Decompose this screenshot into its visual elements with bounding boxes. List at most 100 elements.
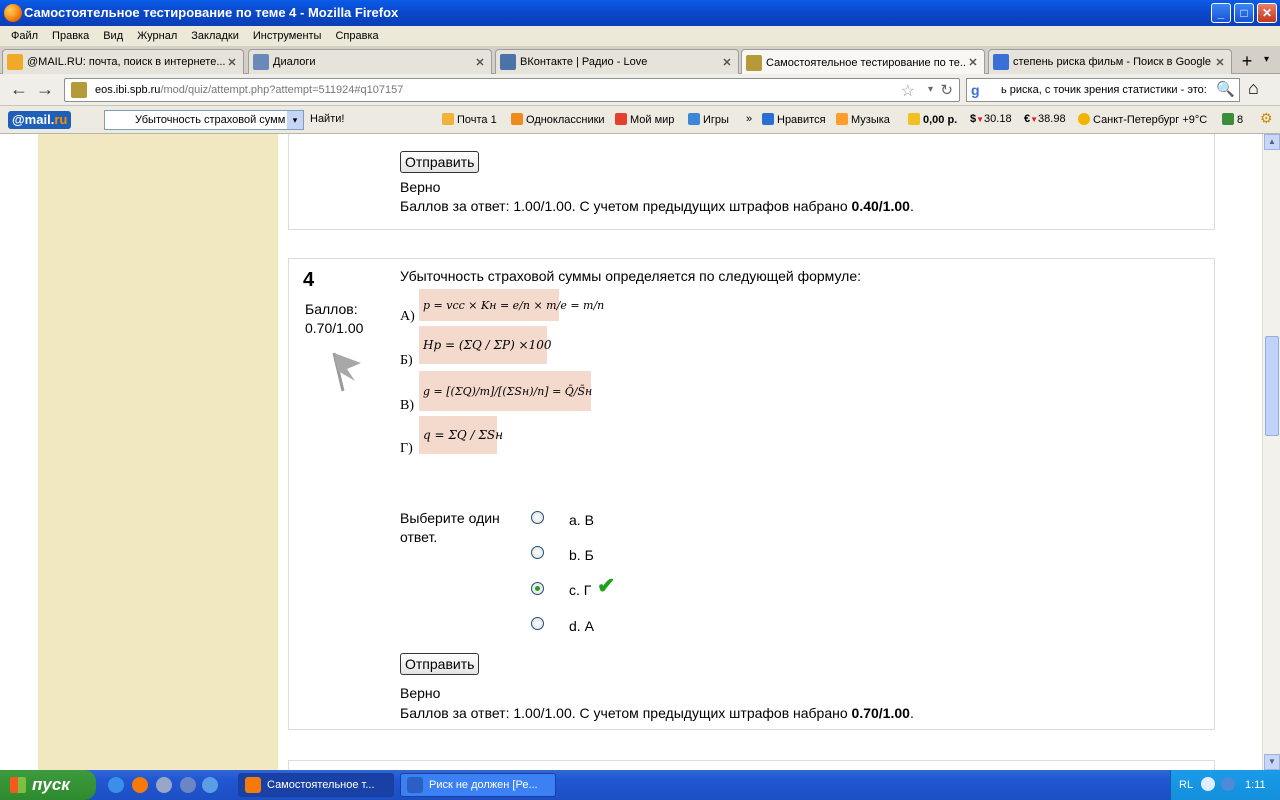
site-identity-icon[interactable] — [71, 82, 87, 98]
clock[interactable]: 1:11 — [1245, 779, 1266, 791]
search-input[interactable]: ь риска, с точик зрения статистики - это… — [1001, 84, 1215, 96]
menu-help[interactable]: Справка — [328, 30, 385, 42]
formula-letter-b: Б) — [400, 353, 413, 368]
tab-list-button[interactable]: ▾ — [1264, 54, 1269, 65]
menu-file[interactable]: Файл — [4, 30, 45, 42]
option-b-radio[interactable] — [531, 546, 544, 559]
question-number: 4 — [303, 269, 315, 291]
url-text: eos.ibi.spb.ru/mod/quiz/attempt.php?atte… — [95, 84, 403, 96]
tab-dialogs[interactable]: Диалоги ✕ — [248, 49, 492, 74]
tab-close-icon[interactable]: ✕ — [1213, 56, 1227, 69]
tab-close-icon[interactable]: ✕ — [473, 56, 487, 69]
option-b-label[interactable]: b. Б — [569, 547, 594, 563]
submit-button[interactable]: Отправить — [400, 653, 480, 675]
scroll-down-button[interactable]: ▼ — [1264, 754, 1280, 770]
more-chevron[interactable]: » — [746, 113, 752, 125]
moodle-favicon-icon — [746, 54, 762, 71]
tab-close-icon[interactable]: ✕ — [720, 56, 734, 69]
odnoklassniki-link[interactable]: Одноклассники — [511, 113, 605, 126]
taskbar-button-label: Самостоятельное т... — [267, 779, 375, 791]
left-sidebar — [38, 134, 278, 770]
usd-rate[interactable]: $▼30.18 — [970, 113, 1012, 125]
option-a-radio[interactable] — [531, 511, 544, 524]
quicklaunch-app-icon[interactable] — [156, 777, 172, 793]
tray-app-icon[interactable] — [1201, 777, 1215, 791]
vertical-scrollbar[interactable]: ▲ ▼ — [1262, 134, 1280, 770]
question-text: Убыточность страховой суммы определяется… — [400, 268, 862, 284]
network-icon[interactable] — [1221, 777, 1235, 791]
search-icon[interactable]: 🔍 — [1216, 80, 1235, 98]
home-icon[interactable]: ⌂ — [1248, 78, 1259, 99]
firefox-quicklaunch-icon[interactable] — [132, 777, 148, 793]
minimize-button[interactable]: _ — [1211, 3, 1231, 23]
option-a-label[interactable]: a. В — [569, 512, 594, 528]
gear-icon[interactable]: ⚙ — [1260, 110, 1273, 127]
mailru-logo[interactable]: @mail.ru — [8, 111, 72, 129]
flag-icon[interactable] — [329, 351, 363, 393]
formula-letter-g: Г) — [400, 441, 413, 456]
search-bar[interactable]: g ь риска, с точик зрения статистики - э… — [966, 78, 1240, 102]
weather-link[interactable]: Санкт-Петербург +9°C — [1078, 113, 1207, 126]
formula-image-b: Hр = (ΣQ / ΣP) ×100 — [419, 326, 552, 364]
like-link[interactable]: Нравится — [762, 113, 826, 126]
option-c-radio[interactable] — [531, 582, 544, 595]
traffic-link[interactable]: 8 — [1222, 113, 1243, 126]
navigation-toolbar: ← → eos.ibi.spb.ru/mod/quiz/attempt.php?… — [0, 74, 1280, 106]
url-host: eos.ibi.spb.ru — [95, 84, 161, 96]
moymir-link[interactable]: Мой мир — [615, 113, 674, 126]
mailru-find-button[interactable]: Найти! — [310, 113, 344, 125]
tab-label: степень риска фильм - Поиск в Google — [1013, 56, 1212, 68]
desktop-icon[interactable] — [202, 777, 218, 793]
tab-vk-radio[interactable]: ВКонтакте | Радио - Love ✕ — [495, 49, 739, 74]
close-button[interactable]: ✕ — [1257, 3, 1277, 23]
scroll-up-button[interactable]: ▲ — [1264, 134, 1280, 150]
menu-edit[interactable]: Правка — [45, 30, 96, 42]
google-engine-icon[interactable]: g — [971, 82, 987, 98]
forward-button[interactable]: → — [32, 78, 58, 102]
option-d-radio[interactable] — [531, 617, 544, 630]
wallet-link[interactable]: 0,00 р. — [908, 113, 957, 126]
tab-google[interactable]: степень риска фильм - Поиск в Google ✕ — [988, 49, 1232, 74]
music-link[interactable]: Музыка — [836, 113, 890, 126]
formula-letter-a: А) — [400, 309, 415, 324]
firefox-icon — [4, 4, 22, 22]
menu-bar: Файл Правка Вид Журнал Закладки Инструме… — [0, 26, 1280, 46]
grade-total: 0.70/1.00 — [851, 705, 910, 721]
tab-close-icon[interactable]: ✕ — [966, 56, 980, 69]
moymir-label: Мой мир — [630, 114, 675, 126]
back-button[interactable]: ← — [6, 78, 32, 102]
mailru-favicon-icon — [7, 54, 23, 70]
eur-rate[interactable]: €▼38.98 — [1024, 113, 1066, 125]
down-arrow-icon: ▼ — [976, 115, 985, 124]
maximize-button[interactable]: □ — [1234, 3, 1254, 23]
bookmark-star-icon[interactable]: ☆ — [901, 81, 915, 101]
url-history-dropdown-icon[interactable]: ▾ — [928, 84, 933, 95]
tab-close-icon[interactable]: ✕ — [225, 56, 239, 69]
menu-bookmarks[interactable]: Закладки — [184, 30, 246, 42]
taskbar-word-button[interactable]: Риск не должен [Ре... — [400, 773, 556, 797]
tab-mailru[interactable]: @MAIL.RU: почта, поиск в интернете... ✕ — [2, 49, 244, 74]
previous-question-box: Отправить Верно Баллов за ответ: 1.00/1.… — [288, 134, 1215, 230]
taskbar-firefox-button[interactable]: Самостоятельное т... — [238, 773, 394, 797]
grade-text: Баллов за ответ: 1.00/1.00. С учетом пре… — [400, 705, 852, 721]
menu-history[interactable]: Журнал — [130, 30, 184, 42]
media-player-icon[interactable] — [180, 777, 196, 793]
reload-icon[interactable]: ↻ — [940, 81, 953, 99]
option-d-label[interactable]: d. А — [569, 618, 594, 634]
url-bar[interactable]: eos.ibi.spb.ru/mod/quiz/attempt.php?atte… — [64, 78, 960, 102]
tab-quiz[interactable]: Самостоятельное тестирование по те... ✕ — [741, 49, 985, 75]
vk-favicon-icon — [253, 54, 269, 70]
scroll-thumb[interactable] — [1265, 336, 1279, 436]
submit-button-prev[interactable]: Отправить — [400, 151, 480, 173]
menu-tools[interactable]: Инструменты — [246, 30, 329, 42]
start-button[interactable]: пуск — [0, 770, 96, 800]
mailru-search-input[interactable]: Убыточность страховой сумм ▾ — [104, 110, 304, 130]
menu-view[interactable]: Вид — [96, 30, 130, 42]
option-c-label[interactable]: c. Г — [569, 582, 591, 598]
games-link[interactable]: Игры — [688, 113, 729, 126]
language-indicator[interactable]: RL — [1179, 779, 1193, 791]
ie-icon[interactable] — [108, 777, 124, 793]
chevron-down-icon[interactable]: ▾ — [287, 111, 303, 129]
mail-link[interactable]: Почта 1 — [442, 113, 497, 126]
new-tab-button[interactable]: + — [1236, 51, 1258, 73]
